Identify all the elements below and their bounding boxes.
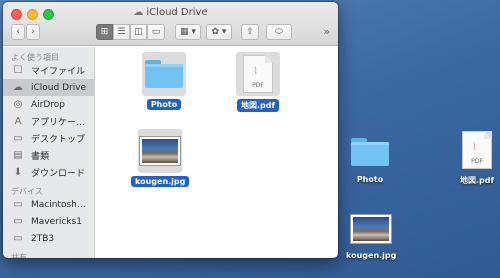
- image-thumbnail-icon: [138, 129, 183, 173]
- airdrop-icon: ◎: [13, 99, 23, 110]
- file-item-photo-folder[interactable]: Photo: [142, 52, 186, 110]
- sidebar-header-favorites: よく使う項目: [11, 53, 59, 62]
- sidebar-item-downloads[interactable]: ⬇ ダウンロード: [3, 164, 94, 181]
- list-view-button[interactable]: ☰: [113, 24, 130, 40]
- desktop-item-photo-folder[interactable]: Photo: [348, 132, 392, 184]
- icon-view-button[interactable]: ⊞: [96, 24, 113, 40]
- finder-window: ☁ iCloud Drive ‹ › ⊞ ☰ ◫ ▭ ▦ ▾ ✿ ▾ ⇧ ⬭ » …: [3, 2, 338, 258]
- column-view-button[interactable]: ◫: [130, 24, 147, 40]
- tag-button[interactable]: ⬭: [266, 24, 292, 40]
- file-area: Photo ⌇ PDF 地図.pdf kougen.jpg: [96, 47, 338, 258]
- sidebar-item-mavericks1[interactable]: ▭ Mavericks1: [3, 213, 94, 230]
- coverflow-view-button[interactable]: ▭: [147, 24, 165, 40]
- sidebar-item-icloud-drive[interactable]: ☁ iCloud Drive: [3, 79, 94, 96]
- sidebar-item-documents[interactable]: ▤ 書類: [3, 147, 94, 164]
- sidebar-item-applications[interactable]: A アプリケー…: [3, 113, 94, 130]
- back-button[interactable]: ‹: [11, 24, 25, 40]
- pdf-document-icon: ⌇ PDF: [455, 128, 499, 172]
- sidebar-header-devices: デバイス: [11, 187, 43, 196]
- arrange-button[interactable]: ▦ ▾: [175, 24, 201, 40]
- sidebar-item-airdrop[interactable]: ◎ AirDrop: [3, 96, 94, 113]
- folder-icon: [348, 132, 392, 172]
- sidebar-item-2tb3[interactable]: ▭ 2TB3: [3, 230, 94, 247]
- sidebar-header-shared: 共有: [11, 253, 27, 258]
- documents-icon: ▤: [13, 150, 23, 161]
- file-item-kougen-jpg[interactable]: kougen.jpg: [131, 129, 190, 187]
- titlebar: ☁ iCloud Drive ‹ › ⊞ ☰ ◫ ▭ ▦ ▾ ✿ ▾ ⇧ ⬭ »: [3, 2, 338, 46]
- download-icon: ⬇: [13, 167, 23, 178]
- file-item-map-pdf[interactable]: ⌇ PDF 地図.pdf: [236, 52, 280, 112]
- action-gear-button[interactable]: ✿ ▾: [206, 24, 232, 40]
- disk-icon: ▭: [13, 199, 23, 210]
- sidebar-item-my-files[interactable]: ☐ マイファイル: [3, 62, 94, 79]
- cloud-icon: ☁: [133, 7, 144, 18]
- desktop-item-kougen-jpg[interactable]: kougen.jpg: [346, 210, 396, 260]
- disk-icon: ▭: [13, 216, 23, 227]
- sidebar-item-macintosh-hd[interactable]: ▭ Macintosh…: [3, 196, 94, 213]
- sidebar: よく使う項目 ☐ マイファイル ☁ iCloud Drive ◎ AirDrop Aア…: [3, 47, 95, 258]
- desktop-item-map-pdf[interactable]: ⌇ PDF 地図.pdf: [455, 128, 499, 186]
- sidebar-item-desktop[interactable]: ▭ デスクトップ: [3, 130, 94, 147]
- all-files-icon: ☐: [13, 65, 23, 76]
- folder-icon: [142, 52, 186, 96]
- disk-icon: ▭: [13, 233, 23, 244]
- toolbar-overflow-icon[interactable]: »: [323, 25, 330, 38]
- applications-icon: A: [14, 116, 22, 127]
- desktop-icon: ▭: [13, 133, 23, 144]
- cloud-icon: ☁: [13, 82, 23, 93]
- share-button[interactable]: ⇧: [241, 24, 259, 40]
- pdf-document-icon: ⌇ PDF: [236, 52, 280, 96]
- window-title: ☁ iCloud Drive: [133, 7, 208, 18]
- image-thumbnail-icon: [349, 210, 393, 248]
- forward-button[interactable]: ›: [26, 24, 40, 40]
